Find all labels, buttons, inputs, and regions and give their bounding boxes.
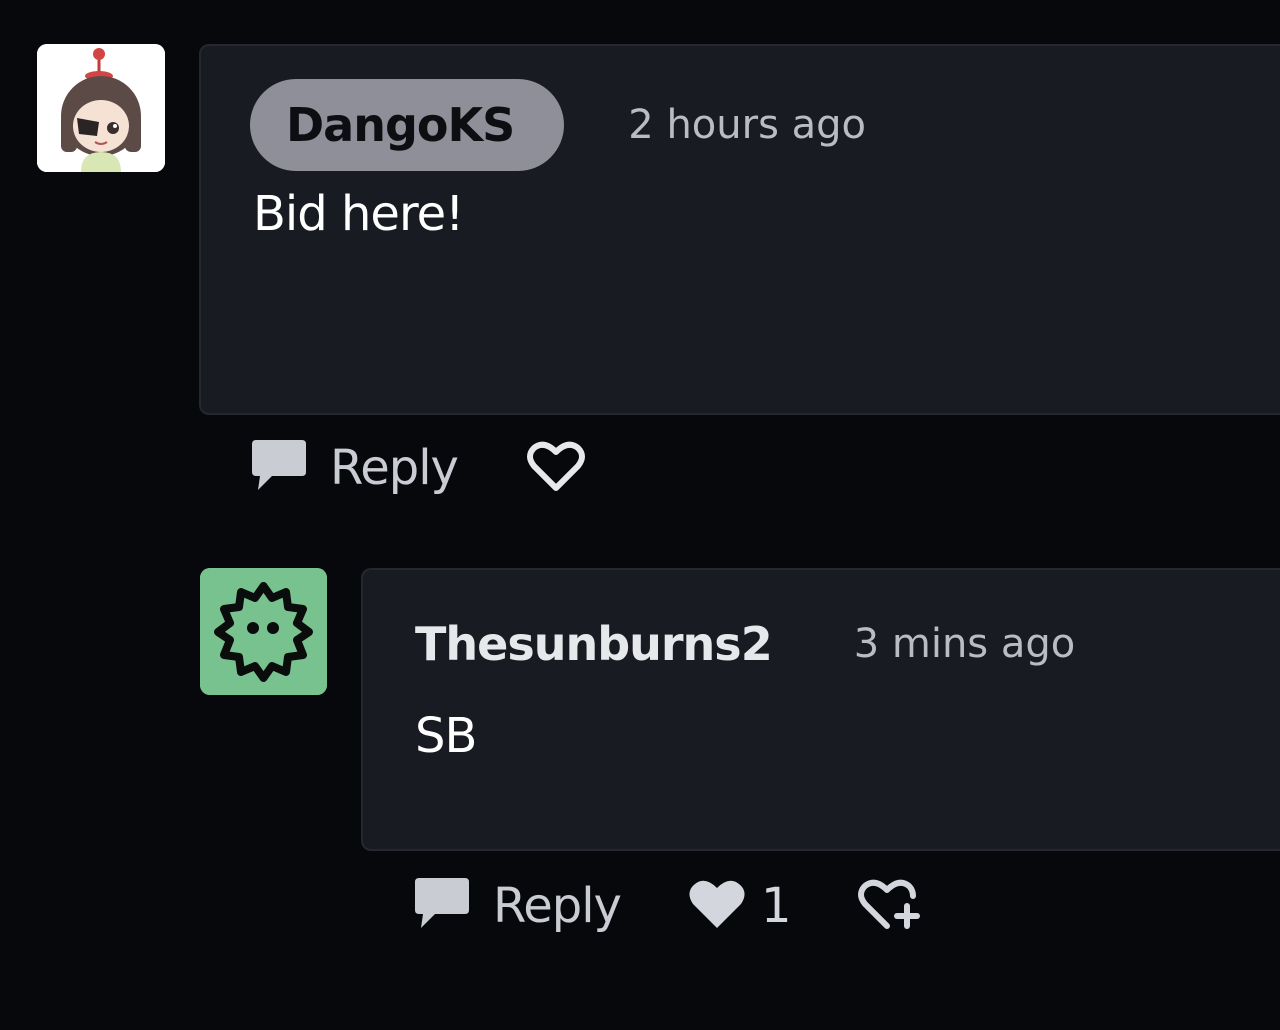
like-button[interactable]: 1: [687, 876, 792, 936]
reply-button[interactable]: Reply: [413, 876, 622, 936]
heart-outline-icon: [526, 438, 586, 498]
comment-actions: Reply: [250, 434, 586, 502]
comment-thread: DangoKS 2 hours ago Bid here! Reply Thes…: [0, 0, 1280, 1030]
author-name[interactable]: DangoKS: [250, 79, 565, 171]
add-reaction-button[interactable]: [857, 874, 923, 938]
heart-plus-icon: [857, 874, 923, 938]
speech-bubble-icon: [413, 876, 471, 936]
comment-timestamp[interactable]: 3 mins ago: [854, 621, 1076, 667]
reply-label: Reply: [330, 440, 459, 496]
reply-card: Thesunburns2 3 mins ago SB: [361, 568, 1280, 851]
reply-button[interactable]: Reply: [250, 438, 459, 498]
avatar[interactable]: [37, 44, 165, 172]
comment-header: DangoKS 2 hours ago: [250, 79, 866, 171]
speech-bubble-icon: [250, 438, 308, 498]
reply-label: Reply: [493, 878, 622, 934]
like-count: 1: [760, 878, 792, 934]
comment-body: Bid here!: [253, 186, 464, 242]
comment-actions: Reply 1: [413, 872, 923, 940]
comment-timestamp[interactable]: 2 hours ago: [628, 102, 866, 148]
anime-girl-avatar-icon: [37, 44, 165, 172]
avatar[interactable]: [200, 568, 327, 695]
comment-body: SB: [415, 708, 477, 764]
green-spiky-face-avatar-icon: [200, 568, 327, 695]
comment-card: DangoKS 2 hours ago Bid here!: [199, 44, 1280, 415]
heart-filled-icon: [687, 876, 747, 936]
comment-header: Thesunburns2 3 mins ago: [415, 614, 1075, 674]
author-name[interactable]: Thesunburns2: [415, 614, 773, 674]
like-button[interactable]: [526, 438, 586, 498]
